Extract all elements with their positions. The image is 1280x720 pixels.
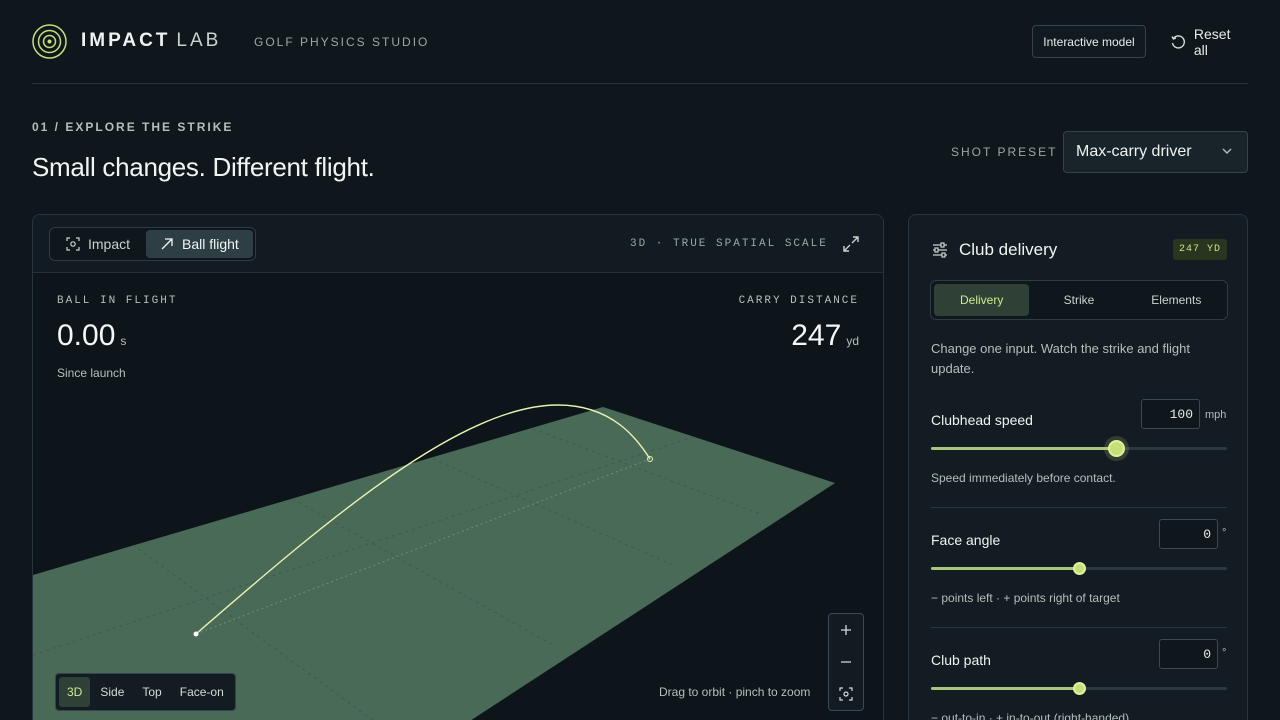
clubhead-speed-label: Clubhead speed [931,412,1033,428]
panel-description: Change one input. Watch the strike and f… [931,341,1190,376]
clubhead-speed-input[interactable]: 100 [1141,399,1200,429]
zoom-out-button[interactable] [829,646,863,678]
reset-all-button[interactable]: Reset all [1170,25,1248,58]
zoom-in-button[interactable] [829,614,863,646]
section-eyebrow: 01 / EXPLORE THE STRIKE [32,120,234,134]
clubhead-speed-help: Speed immediately before contact. [931,471,1116,485]
viewer-toolbar: Impact Ball flight 3D · TRUE SPATIAL SCA… [33,215,883,273]
camera-view-toggle: 3D Side Top Face-on [55,673,236,711]
face-angle-unit: ° [1222,527,1227,539]
brand-subtitle: GOLF PHYSICS STUDIO [254,35,430,49]
tab-impact-label: Impact [88,236,131,252]
face-angle-help: − points left · + points right of target [931,591,1120,605]
view-face-on-button[interactable]: Face-on [172,677,232,707]
flight-time-value: 0.00 [57,319,116,352]
zoom-controls [828,613,864,711]
interactive-model-button[interactable]: Interactive model [1032,25,1146,58]
target-icon [66,237,80,251]
divider [931,627,1227,628]
carry-distance-readout: 247 yd [791,319,859,353]
view-top-button[interactable]: Top [134,677,169,707]
expand-icon[interactable] [841,234,861,254]
club-path-fill [931,687,1079,690]
flight-viewer[interactable]: Impact Ball flight 3D · TRUE SPATIAL SCA… [32,214,884,720]
face-angle-label: Face angle [931,532,1001,548]
face-angle-fill [931,567,1079,570]
carry-distance-unit: yd [846,334,859,348]
app-header: IMPACT LAB GOLF PHYSICS STUDIO Interactiv… [32,0,1248,84]
scale-label: 3D · TRUE SPATIAL SCALE [630,238,828,250]
reset-icon [1171,34,1185,49]
flight-scene[interactable] [33,215,884,720]
page-title: Small changes. Different flight. [32,152,375,182]
arrow-up-right-icon [161,238,173,250]
brand-name: IMPACT LAB [81,30,222,51]
tab-strike[interactable]: Strike [1031,284,1126,316]
club-path-unit: ° [1222,647,1227,659]
face-angle-input[interactable]: 0 [1159,519,1218,549]
club-path-help: − out-to-in · + in-to-out (right-handed) [931,711,1130,720]
tab-elements[interactable]: Elements [1129,284,1224,316]
club-delivery-panel: Club delivery 247 YD Delivery Strike Ele… [908,214,1248,720]
face-angle-thumb[interactable] [1073,562,1086,575]
panel-tabs: Delivery Strike Elements [930,280,1228,320]
view-side-button[interactable]: Side [92,677,132,707]
tab-ball-flight-label: Ball flight [182,236,239,252]
club-path-input[interactable]: 0 [1159,639,1218,669]
reset-label: Reset all [1193,25,1231,58]
carry-badge: 247 YD [1173,239,1228,260]
sliders-icon [933,242,947,258]
panel-title: Club delivery [959,240,1058,259]
target-logo-icon [32,24,67,59]
shot-preset-select[interactable]: Max-carry driver [1063,131,1248,173]
clubhead-speed-slider[interactable] [931,440,1227,457]
recenter-button[interactable] [829,678,863,710]
carry-distance-value: 247 [791,319,842,352]
flight-time-unit: s [120,334,127,348]
tab-ball-flight[interactable]: Ball flight [146,230,253,258]
flight-time-label: BALL IN FLIGHT [57,295,178,307]
club-path-label: Club path [931,652,991,668]
clubhead-speed-unit: mph [1205,409,1227,421]
divider [931,507,1227,508]
recenter-icon [839,687,853,701]
shot-preset-label: SHOT PRESET [951,145,1058,159]
plus-icon [841,625,851,635]
flight-time-sub: Since launch [57,366,126,380]
chevron-down-icon [1222,148,1232,154]
mode-toggle: Impact Ball flight [49,227,256,261]
shot-preset-value: Max-carry driver [1076,143,1192,160]
ball-marker [193,631,199,637]
view-3d-button[interactable]: 3D [59,677,91,707]
carry-distance-label: CARRY DISTANCE [738,295,859,307]
club-path-slider[interactable] [931,682,1227,695]
tab-delivery[interactable]: Delivery [934,284,1030,316]
orbit-hint: Drag to orbit · pinch to zoom [659,685,811,699]
clubhead-speed-thumb[interactable] [1108,440,1125,457]
clubhead-speed-fill [931,447,1116,450]
tab-impact[interactable]: Impact [52,230,144,258]
club-path-thumb[interactable] [1073,682,1086,695]
flight-time-readout: 0.00 s [57,319,126,353]
minus-icon [841,661,851,663]
face-angle-slider[interactable] [931,562,1227,575]
